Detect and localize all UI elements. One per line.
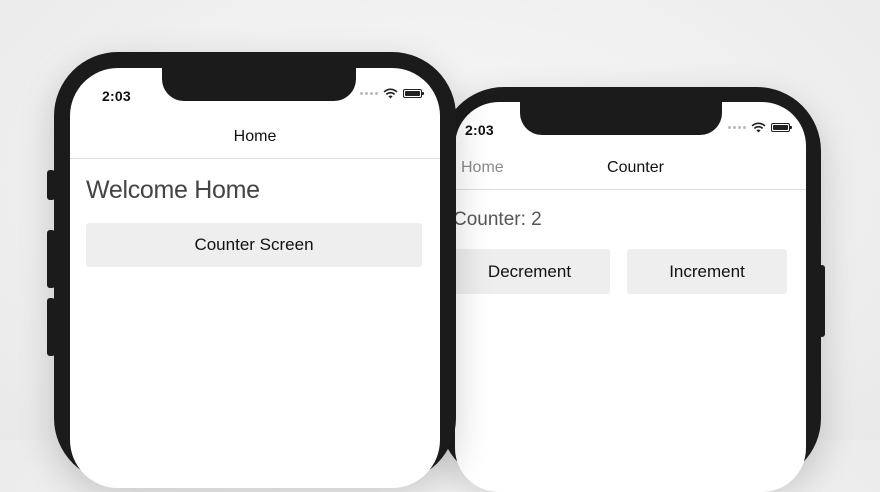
- status-time: 2:03: [465, 122, 494, 138]
- welcome-heading: Welcome Home: [86, 176, 260, 204]
- cellular-signal-icon: [728, 126, 746, 129]
- decrement-button[interactable]: Decrement: [455, 249, 610, 294]
- wifi-icon: [383, 88, 398, 99]
- status-time: 2:03: [102, 88, 131, 104]
- side-button: [819, 265, 825, 337]
- battery-icon: [771, 123, 792, 132]
- cellular-signal-icon: [360, 92, 378, 95]
- navigation-bar: Home: [70, 120, 440, 159]
- increment-button[interactable]: Increment: [627, 249, 787, 294]
- battery-icon: [403, 89, 424, 98]
- mute-switch: [47, 170, 55, 200]
- home-phone-mockup: 2:03 Home Welcome Home Counter Screen: [47, 52, 456, 488]
- phone-notch: [520, 102, 722, 135]
- nav-title: Home: [233, 128, 277, 145]
- counter-phone-mockup: 2:03 Home Counter Counter: 2 Decrement I…: [440, 87, 825, 492]
- wifi-icon: [751, 122, 766, 133]
- volume-up-button: [47, 230, 55, 288]
- navigation-bar: Home Counter: [455, 150, 806, 190]
- status-icons: [360, 88, 424, 99]
- volume-down-button: [47, 298, 55, 356]
- counter-screen-button[interactable]: Counter Screen: [86, 223, 422, 267]
- counter-text: Counter: 2: [455, 209, 542, 230]
- status-icons: [728, 122, 792, 133]
- home-screen: 2:03 Home Welcome Home Counter Screen: [70, 68, 440, 488]
- counter-screen: 2:03 Home Counter Counter: 2 Decrement I…: [455, 102, 806, 492]
- nav-title: Counter: [607, 159, 664, 176]
- phone-notch: [162, 68, 356, 101]
